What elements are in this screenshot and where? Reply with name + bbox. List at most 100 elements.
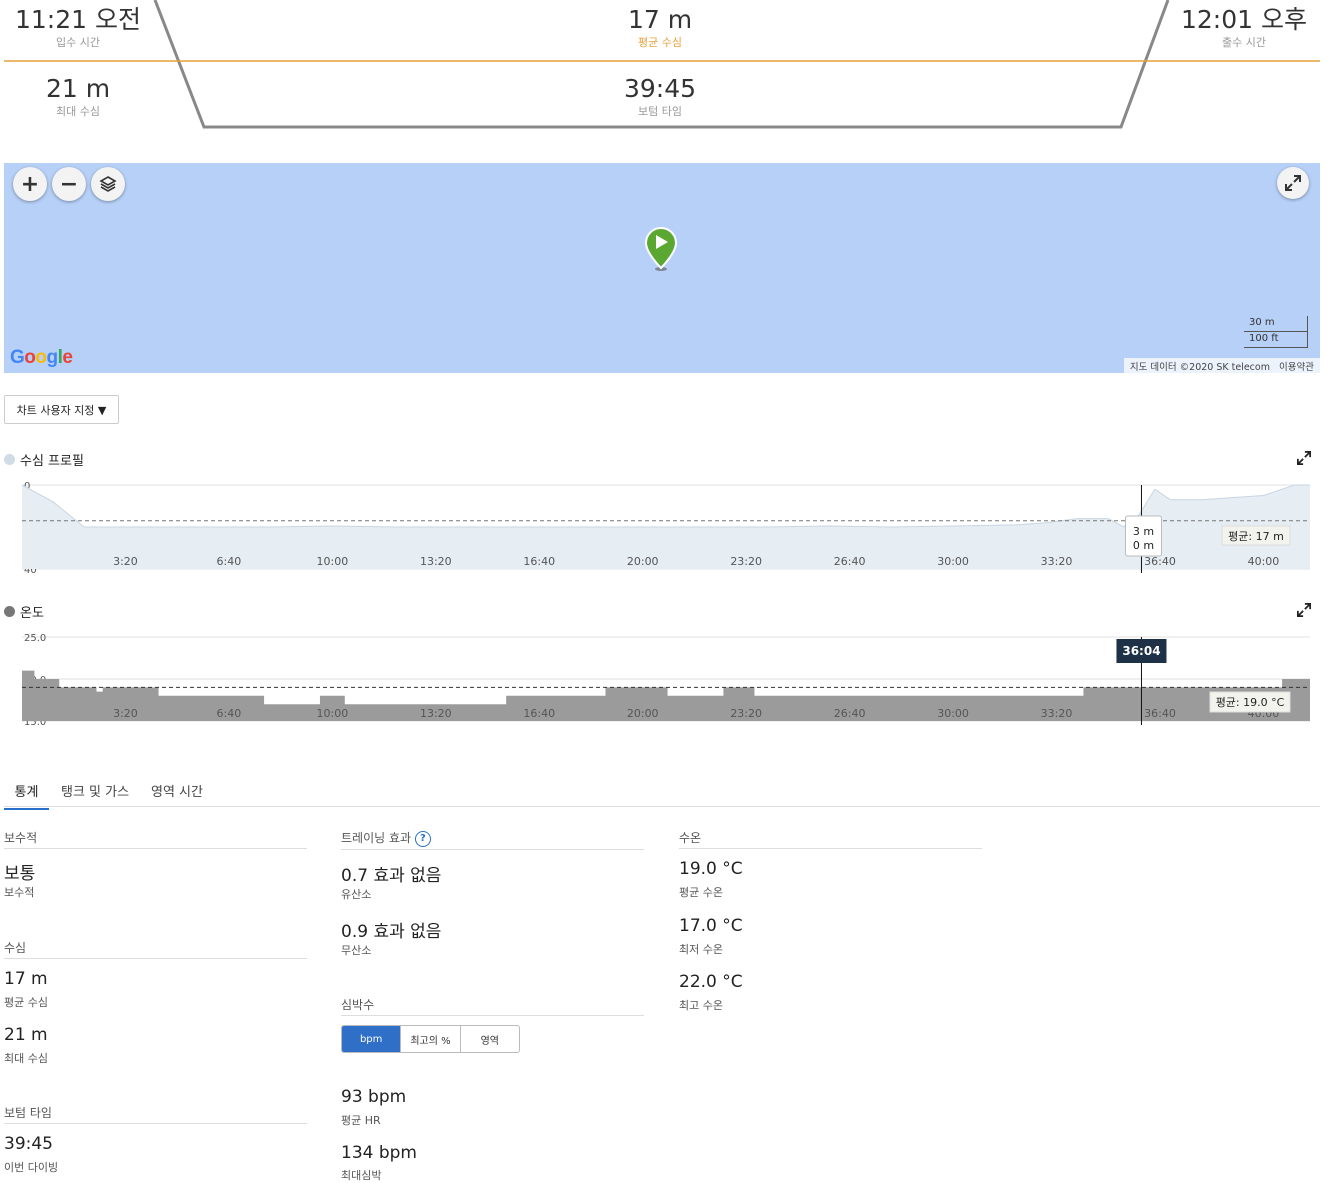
max-hr-label: 최대심박 xyxy=(341,1169,382,1182)
x-tick-label: 36:40 xyxy=(1144,707,1176,720)
max-depth-value: 21 m xyxy=(4,1025,48,1045)
heart-rate-heading: 심박수 xyxy=(341,996,644,1016)
training-effect-title: 트레이닝 효과 xyxy=(341,831,412,845)
x-tick-label: 6:40 xyxy=(217,555,242,568)
max-depth-label: 최대 수심 xyxy=(56,105,100,118)
entry-time-block: 11:21 오전 입수 시간 xyxy=(0,6,156,50)
depth-legend-dot xyxy=(4,454,15,465)
exit-time-label: 출수 시간 xyxy=(1222,36,1266,49)
toggle-max-percent[interactable]: 최고의 % xyxy=(401,1026,461,1052)
x-tick-label: 16:40 xyxy=(523,555,555,568)
depth-chart-title: 수심 프로필 xyxy=(20,454,84,469)
tooltip-depth-now: 3 m xyxy=(1133,525,1154,538)
aerobic-label: 유산소 xyxy=(341,888,372,901)
expand-temp-chart-icon[interactable] xyxy=(1297,603,1311,617)
depth-tooltip: 3 m0 m xyxy=(1124,515,1162,557)
depth-heading: 수심 xyxy=(4,939,307,959)
help-icon[interactable]: ? xyxy=(414,830,431,847)
chart-customize-dropdown[interactable]: 차트 사용자 지정 ▼ xyxy=(4,395,119,424)
toggle-zone[interactable]: 영역 xyxy=(461,1026,519,1052)
anaerobic-label: 무산소 xyxy=(341,944,372,957)
x-tick-label: 10:00 xyxy=(317,707,349,720)
dive-start-marker-icon[interactable] xyxy=(644,225,678,273)
min-water-temp-label: 최저 수온 xyxy=(679,943,723,956)
water-temp-heading: 수온 xyxy=(679,829,982,849)
x-tick-label: 13:20 xyxy=(420,555,452,568)
scale-feet: 100 ft xyxy=(1244,332,1308,348)
aerobic-value: 0.7 효과 없음 xyxy=(341,866,442,886)
x-tick-label: 26:40 xyxy=(834,707,866,720)
max-water-temp-label: 최고 수온 xyxy=(679,999,723,1012)
temp-area xyxy=(22,670,1310,721)
scale-meters: 30 m xyxy=(1244,316,1308,332)
temp-chart-title: 온도 xyxy=(20,606,44,621)
avg-depth-stat-label: 평균 수심 xyxy=(4,996,48,1009)
x-tick-label: 10:00 xyxy=(317,555,349,568)
y-tick-label: 25.0 xyxy=(24,633,46,644)
avg-depth-label: 평균 수심 xyxy=(638,36,682,49)
map-scale: 30 m 100 ft xyxy=(1244,316,1308,348)
temp-chart[interactable]: 25.020.015.03:206:4010:0013:2016:4020:00… xyxy=(0,628,1337,728)
conservatism-heading: 보수적 xyxy=(4,829,307,849)
x-tick-label: 23:20 xyxy=(730,707,762,720)
avg-hr-value: 93 bpm xyxy=(341,1087,407,1107)
expand-icon xyxy=(1285,175,1301,191)
conservatism-value: 보통 xyxy=(4,864,36,884)
tab-stats[interactable]: 통계 xyxy=(4,781,49,810)
entry-time: 11:21 오전 xyxy=(15,5,141,34)
temp-legend-dot xyxy=(4,606,15,617)
x-tick-label: 30:00 xyxy=(937,707,969,720)
toggle-bpm[interactable]: bpm xyxy=(342,1026,402,1052)
layers-icon xyxy=(99,176,117,192)
fullscreen-map-button[interactable] xyxy=(1277,167,1309,199)
tab-zone-time[interactable]: 영역 시간 xyxy=(151,781,203,808)
temp-chart-header: 온도 xyxy=(4,602,44,621)
x-tick-label: 36:40 xyxy=(1144,555,1176,568)
max-depth-stat-label: 최대 수심 xyxy=(4,1052,48,1065)
exit-time: 12:01 오후 xyxy=(1181,5,1307,34)
avg-water-temp-label: 평균 수온 xyxy=(679,886,723,899)
x-tick-label: 3:20 xyxy=(113,707,138,720)
google-logo: Google xyxy=(10,347,73,368)
tab-tanks-gas[interactable]: 탱크 및 가스 xyxy=(61,781,129,808)
bottom-time-heading: 보텀 타임 xyxy=(4,1104,307,1124)
cursor-time-label: 36:04 xyxy=(1122,644,1160,658)
terms-link[interactable]: 이용약관 xyxy=(1279,362,1314,373)
x-tick-label: 26:40 xyxy=(834,555,866,568)
x-tick-label: 33:20 xyxy=(1041,707,1073,720)
zoom-in-button[interactable]: + xyxy=(13,167,47,201)
max-hr-value: 134 bpm xyxy=(341,1143,417,1163)
x-tick-label: 6:40 xyxy=(217,707,242,720)
bottom-time-stat-label: 이번 다이빙 xyxy=(4,1161,59,1174)
x-tick-label: 30:00 xyxy=(937,555,969,568)
x-tick-label: 16:40 xyxy=(523,707,555,720)
x-tick-label: 20:00 xyxy=(627,555,659,568)
max-depth: 21 m xyxy=(45,74,111,103)
x-tick-label: 40:00 xyxy=(1248,555,1280,568)
depth-chart-header: 수심 프로필 xyxy=(4,450,84,469)
max-depth-block: 21 m 최대 수심 xyxy=(0,75,156,119)
x-tick-label: 33:20 xyxy=(1041,555,1073,568)
hr-unit-toggle: bpm 최고의 % 영역 xyxy=(341,1025,520,1053)
temp-avg-label: 평균: 19.0 °C xyxy=(1216,696,1285,709)
x-tick-label: 3:20 xyxy=(113,555,138,568)
map[interactable]: + − Google 30 m 100 ft 지도 데이터 ©2020 SK t… xyxy=(4,163,1320,373)
zoom-out-button[interactable]: − xyxy=(52,167,86,201)
conservatism-label: 보수적 xyxy=(4,886,35,899)
entry-time-label: 입수 시간 xyxy=(56,36,100,49)
depth-chart[interactable]: 020403:206:4010:0013:2016:4020:0023:2026… xyxy=(0,476,1337,576)
avg-depth-value: 17 m xyxy=(4,969,48,989)
bottom-time: 39:45 xyxy=(623,74,697,103)
expand-depth-chart-icon[interactable] xyxy=(1297,451,1311,465)
training-effect-heading: 트레이닝 효과 ? xyxy=(341,829,644,850)
layers-button[interactable] xyxy=(91,167,125,201)
exit-time-block: 12:01 오후 출수 시간 xyxy=(1168,6,1320,50)
tooltip-depth-min: 0 m xyxy=(1133,539,1154,552)
x-tick-label: 20:00 xyxy=(627,707,659,720)
anaerobic-value: 0.9 효과 없음 xyxy=(341,922,442,942)
x-tick-label: 23:20 xyxy=(730,555,762,568)
avg-depth: 17 m xyxy=(627,5,693,34)
map-data-credit: 지도 데이터 ©2020 SK telecom xyxy=(1129,362,1270,373)
avg-hr-label: 평균 HR xyxy=(341,1114,381,1127)
bottom-time-label: 보텀 타임 xyxy=(638,105,682,118)
